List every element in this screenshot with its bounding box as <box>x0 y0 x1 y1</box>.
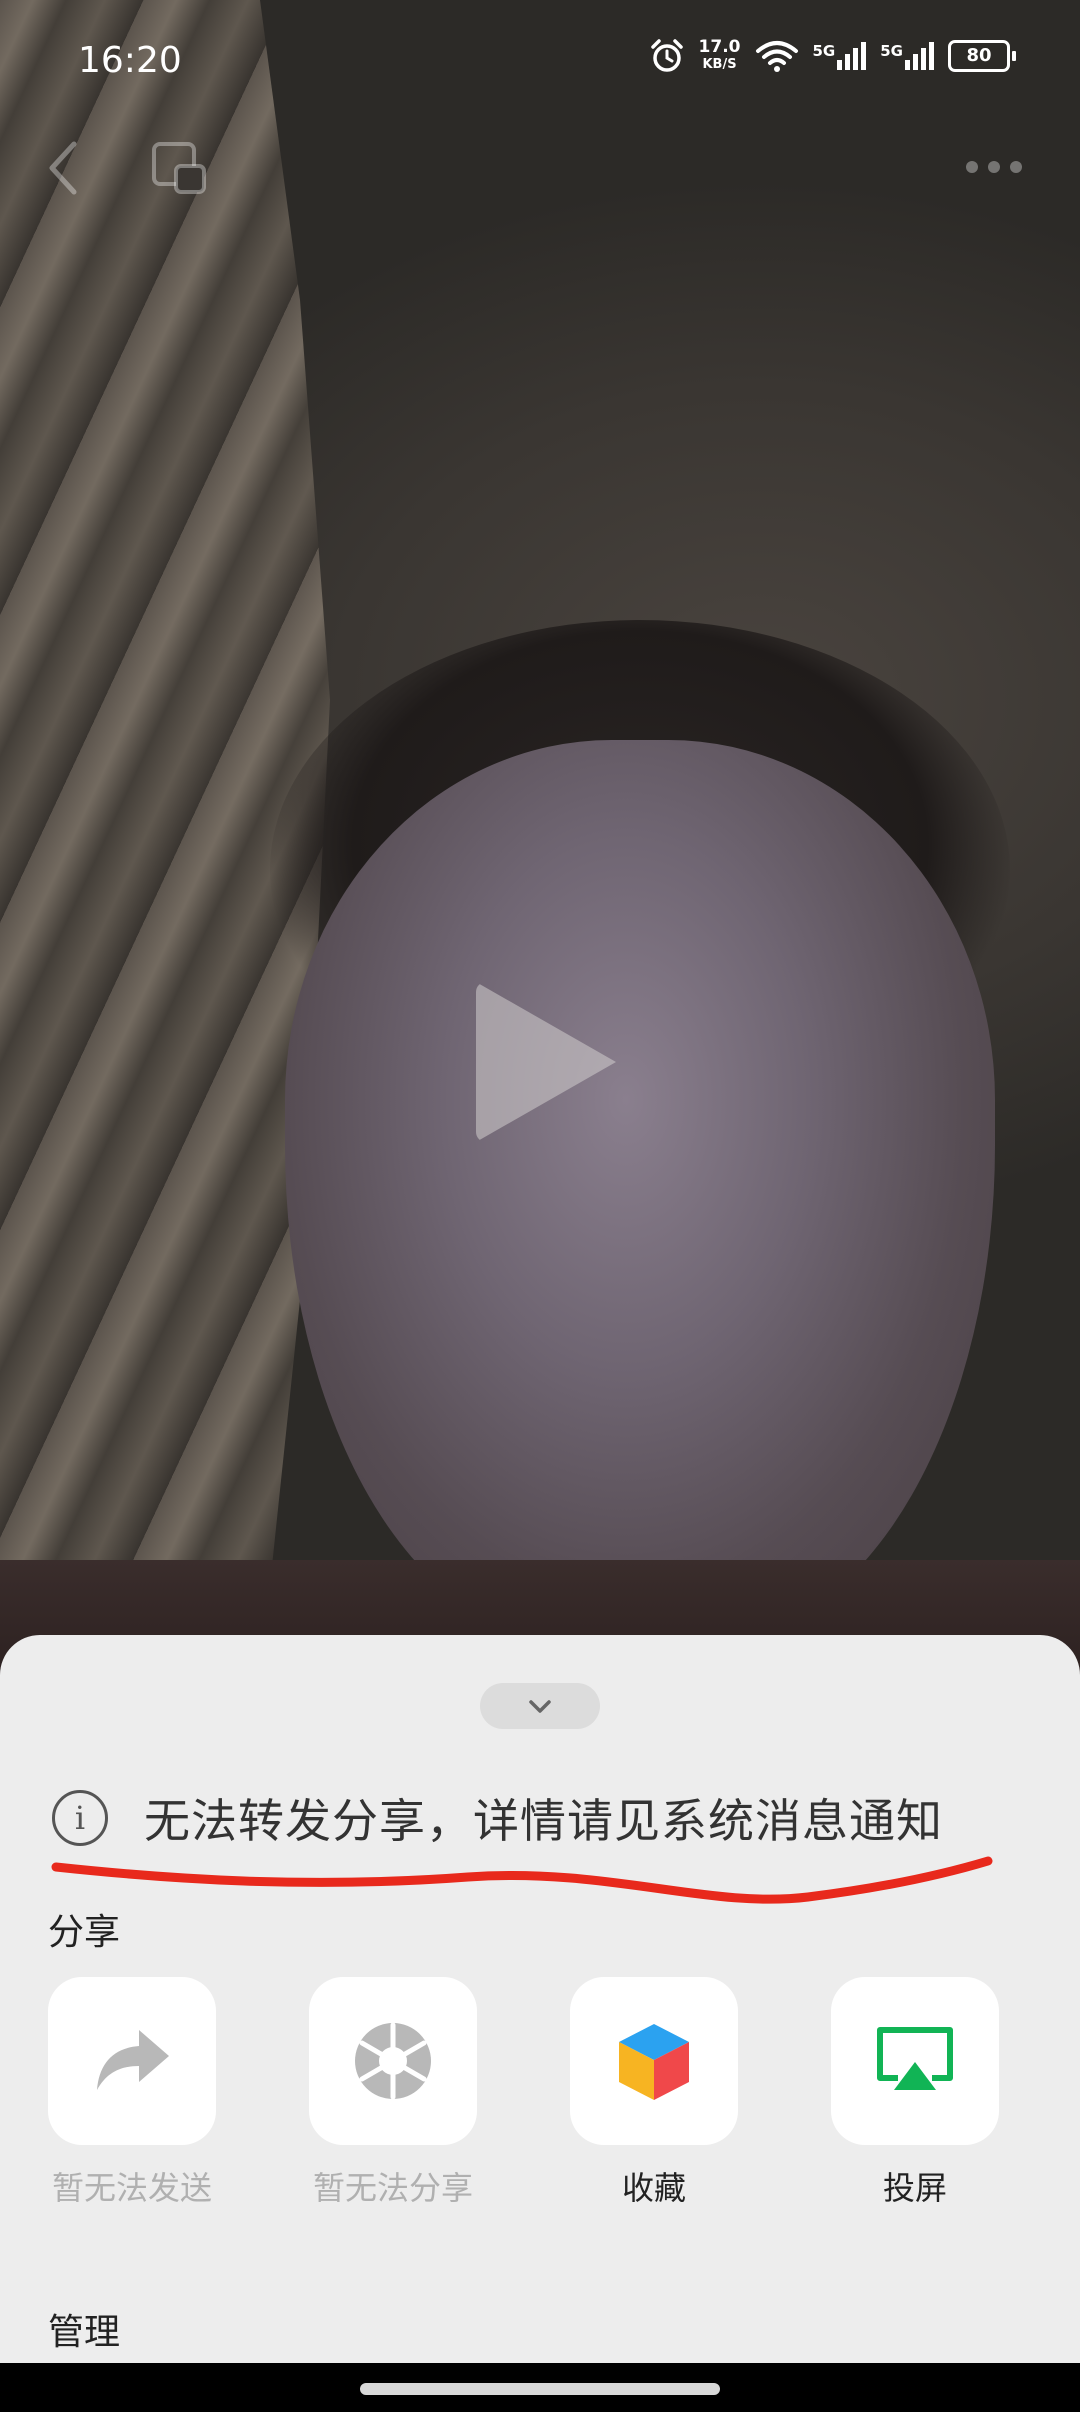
gesture-nav-bar <box>0 2363 1080 2412</box>
share-item-favorite[interactable]: 收藏 <box>570 1977 738 2209</box>
cellular-signal-1: 5G <box>813 42 867 70</box>
status-bar: 16:20 17.0 KB/S 5G 5G 80 <box>0 0 1080 120</box>
share-item-label: 暂无法分享 <box>312 2169 473 2207</box>
share-tile[interactable] <box>309 1977 477 2145</box>
share-item-cast[interactable]: 投屏 <box>831 1977 999 2209</box>
signal-bars-icon <box>837 42 867 70</box>
picture-in-picture-icon[interactable] <box>150 140 208 198</box>
notice-text: 无法转发分享，详情请见系统消息通知 <box>144 1794 943 1848</box>
back-arrow-icon[interactable] <box>38 138 90 198</box>
share-item-label: 暂无法发送 <box>51 2169 212 2207</box>
share-item-label: 收藏 <box>621 2169 686 2207</box>
share-options-row: 暂无法发送 暂无法分享 收藏 投屏 <box>48 1977 1008 2207</box>
status-icons: 17.0 KB/S 5G 5G 80 <box>649 38 1016 74</box>
info-icon: i <box>52 1790 108 1846</box>
wifi-icon <box>755 41 798 72</box>
video-player[interactable] <box>0 0 1080 1680</box>
network-speed: 17.0 KB/S <box>699 38 741 74</box>
more-options-icon[interactable] <box>966 150 1026 184</box>
share-item-share[interactable]: 暂无法分享 <box>309 1977 477 2209</box>
status-time: 16:20 <box>78 40 182 81</box>
favorite-cube-icon <box>619 2024 689 2100</box>
share-item-label: 投屏 <box>882 2169 947 2207</box>
chevron-down-icon <box>529 1700 551 1713</box>
share-item-forward[interactable]: 暂无法发送 <box>48 1977 216 2209</box>
forward-tile[interactable] <box>48 1977 216 2145</box>
cellular-signal-2: 5G <box>880 42 934 70</box>
share-disabled-notice: i 无法转发分享，详情请见系统消息通知 <box>52 1773 1052 1863</box>
alarm-icon <box>650 39 683 72</box>
battery-indicator: 80 <box>948 40 1016 72</box>
home-indicator[interactable] <box>360 2383 720 2395</box>
network-speed-unit: KB/S <box>702 57 737 72</box>
favorite-tile[interactable] <box>570 1977 738 2145</box>
signal-bars-icon <box>905 42 934 70</box>
forward-arrow-icon <box>97 2030 169 2090</box>
video-subject-face <box>285 740 995 1640</box>
red-annotation-underline <box>51 1856 993 1904</box>
share-section-title: 分享 <box>48 1912 121 1953</box>
action-sheet: i 无法转发分享，详情请见系统消息通知 分享 暂无法发送 暂无法分享 收藏 投屏… <box>0 1635 1080 2363</box>
play-icon[interactable] <box>476 982 616 1142</box>
manage-section-title: 管理 <box>48 2312 121 2353</box>
network-type-1: 5G <box>812 42 836 60</box>
network-speed-value: 17.0 <box>698 37 741 57</box>
screen-cast-icon <box>877 2027 953 2090</box>
network-type-2: 5G <box>880 42 903 60</box>
collapse-sheet-button[interactable] <box>480 1683 600 1729</box>
aperture-share-icon <box>355 2022 431 2100</box>
cast-tile[interactable] <box>831 1977 999 2145</box>
